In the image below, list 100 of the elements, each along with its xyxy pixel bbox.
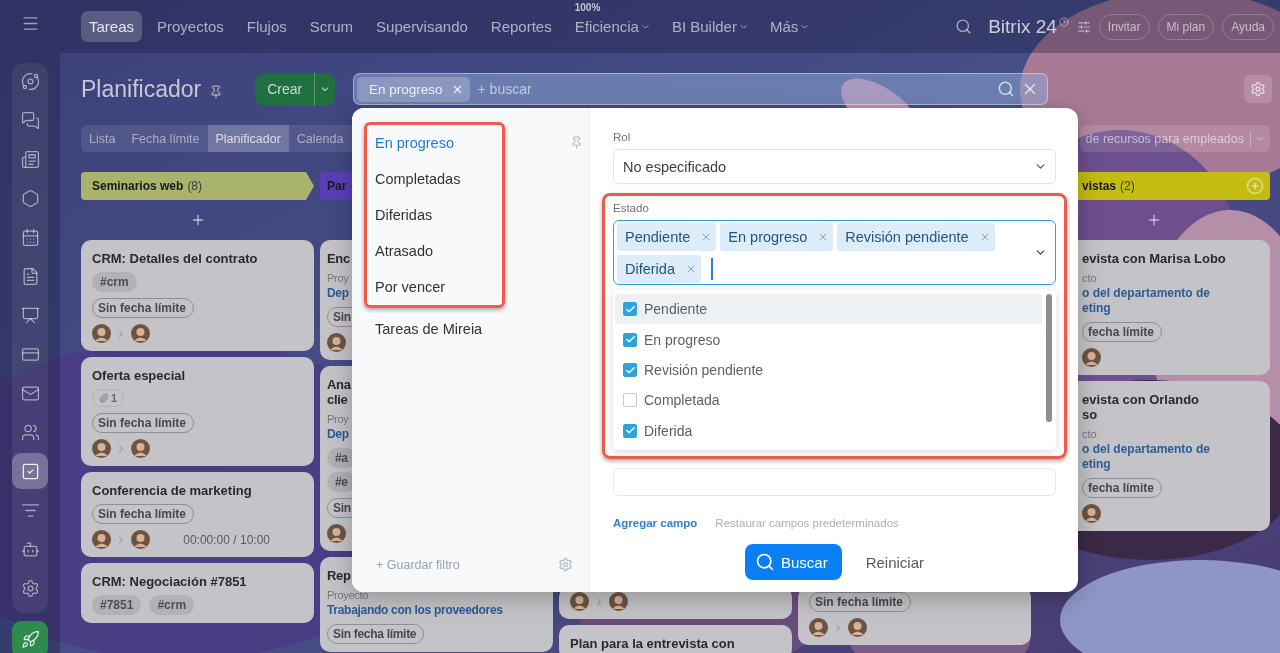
- chevron-icon[interactable]: [321, 86, 330, 92]
- sliders-icon[interactable]: [1076, 19, 1091, 34]
- task-title: Rep: [327, 568, 351, 583]
- percent-label: 100%: [574, 2, 601, 13]
- preset-item[interactable]: Completadas: [367, 161, 469, 197]
- settings-icon: [1250, 81, 1266, 97]
- nav-tab[interactable]: Tareas: [81, 11, 143, 42]
- avatar: [92, 324, 111, 343]
- nav-tab[interactable]: Scrum: [301, 11, 362, 42]
- sidebar-item[interactable]: [12, 621, 48, 653]
- preset-item[interactable]: Atrasado: [367, 233, 442, 269]
- settings-icon[interactable]: [558, 557, 573, 572]
- tag[interactable]: #crm: [92, 272, 137, 292]
- view-tab[interactable]: Fecha límite: [123, 125, 208, 152]
- task-card[interactable]: CRM: Negociación #7851 #7851 #crm: [81, 563, 314, 623]
- chat-icon: [20, 110, 40, 130]
- task-card[interactable]: CRM: Detalles del contrato #crm Sin fecha límite: [81, 240, 314, 351]
- nav-tab[interactable]: Proyectos: [149, 11, 232, 42]
- stage-title: vistas: [1082, 179, 1117, 193]
- resource-select[interactable]: de recursos para empleados: [1079, 125, 1270, 152]
- nav-tab[interactable]: Flujos: [238, 11, 295, 42]
- rocket-icon: [20, 629, 40, 649]
- value-chip[interactable]: Diferida: [617, 254, 701, 283]
- avatar: [609, 592, 628, 611]
- input-field[interactable]: [613, 468, 1056, 496]
- option-item[interactable]: Pendiente: [615, 294, 1042, 325]
- tag[interactable]: #crm: [149, 595, 195, 615]
- logo: Bitrix 24: [988, 15, 1057, 38]
- value-chip[interactable]: Revisión pendiente: [837, 222, 995, 251]
- avatar: [92, 439, 111, 458]
- project-link[interactable]: Trabajando con los proveedores: [327, 603, 503, 618]
- checkbox[interactable]: [623, 332, 637, 347]
- chevron-icon: [801, 24, 809, 29]
- create-label[interactable]: Crear: [255, 72, 316, 106]
- project-label: Proy: [327, 413, 349, 425]
- task-card[interactable]: Plan para la entrevista con: [559, 625, 792, 653]
- search-icon[interactable]: [997, 80, 1015, 98]
- checkbox[interactable]: [623, 302, 637, 317]
- reset-button[interactable]: Reiniciar: [865, 553, 924, 571]
- avatar: [131, 439, 150, 458]
- project-link[interactable]: Dep: [327, 286, 349, 301]
- clock-icon: [1058, 16, 1069, 27]
- people-icon: [20, 422, 40, 442]
- scrollbar-thumb[interactable]: [1046, 294, 1052, 422]
- view-tab[interactable]: Planificador: [207, 125, 289, 152]
- view-tab[interactable]: Calenda: [288, 125, 352, 152]
- chevron-icon: [1036, 250, 1045, 255]
- avatar: [1082, 504, 1101, 523]
- preset-item[interactable]: En progreso: [367, 125, 462, 161]
- avatar: [131, 324, 150, 343]
- option-label: Completada: [644, 392, 720, 409]
- project-link[interactable]: o del departamento de eting: [1082, 442, 1211, 472]
- checkbox[interactable]: [623, 423, 637, 438]
- stage-title: Seminarios web: [92, 179, 184, 193]
- task-card[interactable]: Conferencia de marketing Sin fecha límite 00:00:00 / 10:00: [81, 472, 314, 557]
- avatar: [92, 530, 111, 549]
- checkbox[interactable]: [623, 393, 637, 408]
- task-title: Enc: [327, 251, 350, 266]
- hexagon-icon: [20, 188, 40, 208]
- chevron-icon: [1036, 164, 1045, 169]
- search-button[interactable]: Buscar: [744, 544, 842, 580]
- add-field-link[interactable]: Agregar campo: [613, 517, 698, 529]
- avatar: [1082, 348, 1101, 367]
- nav-tab[interactable]: Reportes: [482, 11, 560, 42]
- preset-item[interactable]: Tareas de Mireia: [367, 311, 491, 347]
- create-button[interactable]: Crear: [255, 72, 336, 106]
- avatar: [327, 524, 346, 543]
- status-select[interactable]: Pendiente En progreso Revisión pendiente Diferida: [613, 220, 1056, 285]
- search-icon[interactable]: [955, 18, 973, 35]
- value-chip[interactable]: Pendiente: [617, 222, 717, 251]
- tag[interactable]: #7851: [92, 595, 142, 615]
- nav-tab[interactable]: Eficiencia: [566, 11, 657, 42]
- pin-icon[interactable]: [570, 136, 583, 149]
- view-tab[interactable]: Lista: [81, 125, 124, 152]
- settings-button[interactable]: [1244, 75, 1272, 103]
- nav-tab[interactable]: BI Builder: [663, 11, 755, 42]
- preset-item[interactable]: Diferidas: [367, 197, 441, 233]
- nav-tab[interactable]: Supervisando: [368, 11, 476, 42]
- stage-header[interactable]: Seminarios web (8): [81, 172, 314, 200]
- stage-count: (2): [1120, 179, 1135, 193]
- role-select[interactable]: No especificado: [613, 149, 1056, 184]
- value-chip[interactable]: En progreso: [720, 222, 834, 251]
- project-label: Proyecto: [327, 589, 369, 601]
- avatar: [570, 592, 589, 611]
- project-link[interactable]: o del departamento de eting: [1082, 286, 1211, 316]
- option-label: En progreso: [644, 331, 721, 348]
- checkbox[interactable]: [623, 363, 637, 377]
- text-cursor: [710, 257, 713, 280]
- search-input[interactable]: + buscar: [475, 80, 991, 98]
- sidebar-item[interactable]: [12, 453, 48, 489]
- project-link[interactable]: Dep: [327, 427, 349, 442]
- option-label: Pendiente: [644, 301, 708, 318]
- pin-icon[interactable]: [209, 85, 224, 99]
- project-label: cto: [1082, 272, 1098, 284]
- task-title: Oferta especial: [92, 368, 186, 383]
- project-label: cto: [1082, 428, 1098, 440]
- nav-tab[interactable]: Más: [761, 11, 817, 42]
- task-title: evista con Orlando so: [1082, 392, 1200, 422]
- preset-item[interactable]: Por vencer: [367, 269, 454, 305]
- task-card[interactable]: Oferta especial 1 Sin fecha límite: [81, 357, 314, 466]
